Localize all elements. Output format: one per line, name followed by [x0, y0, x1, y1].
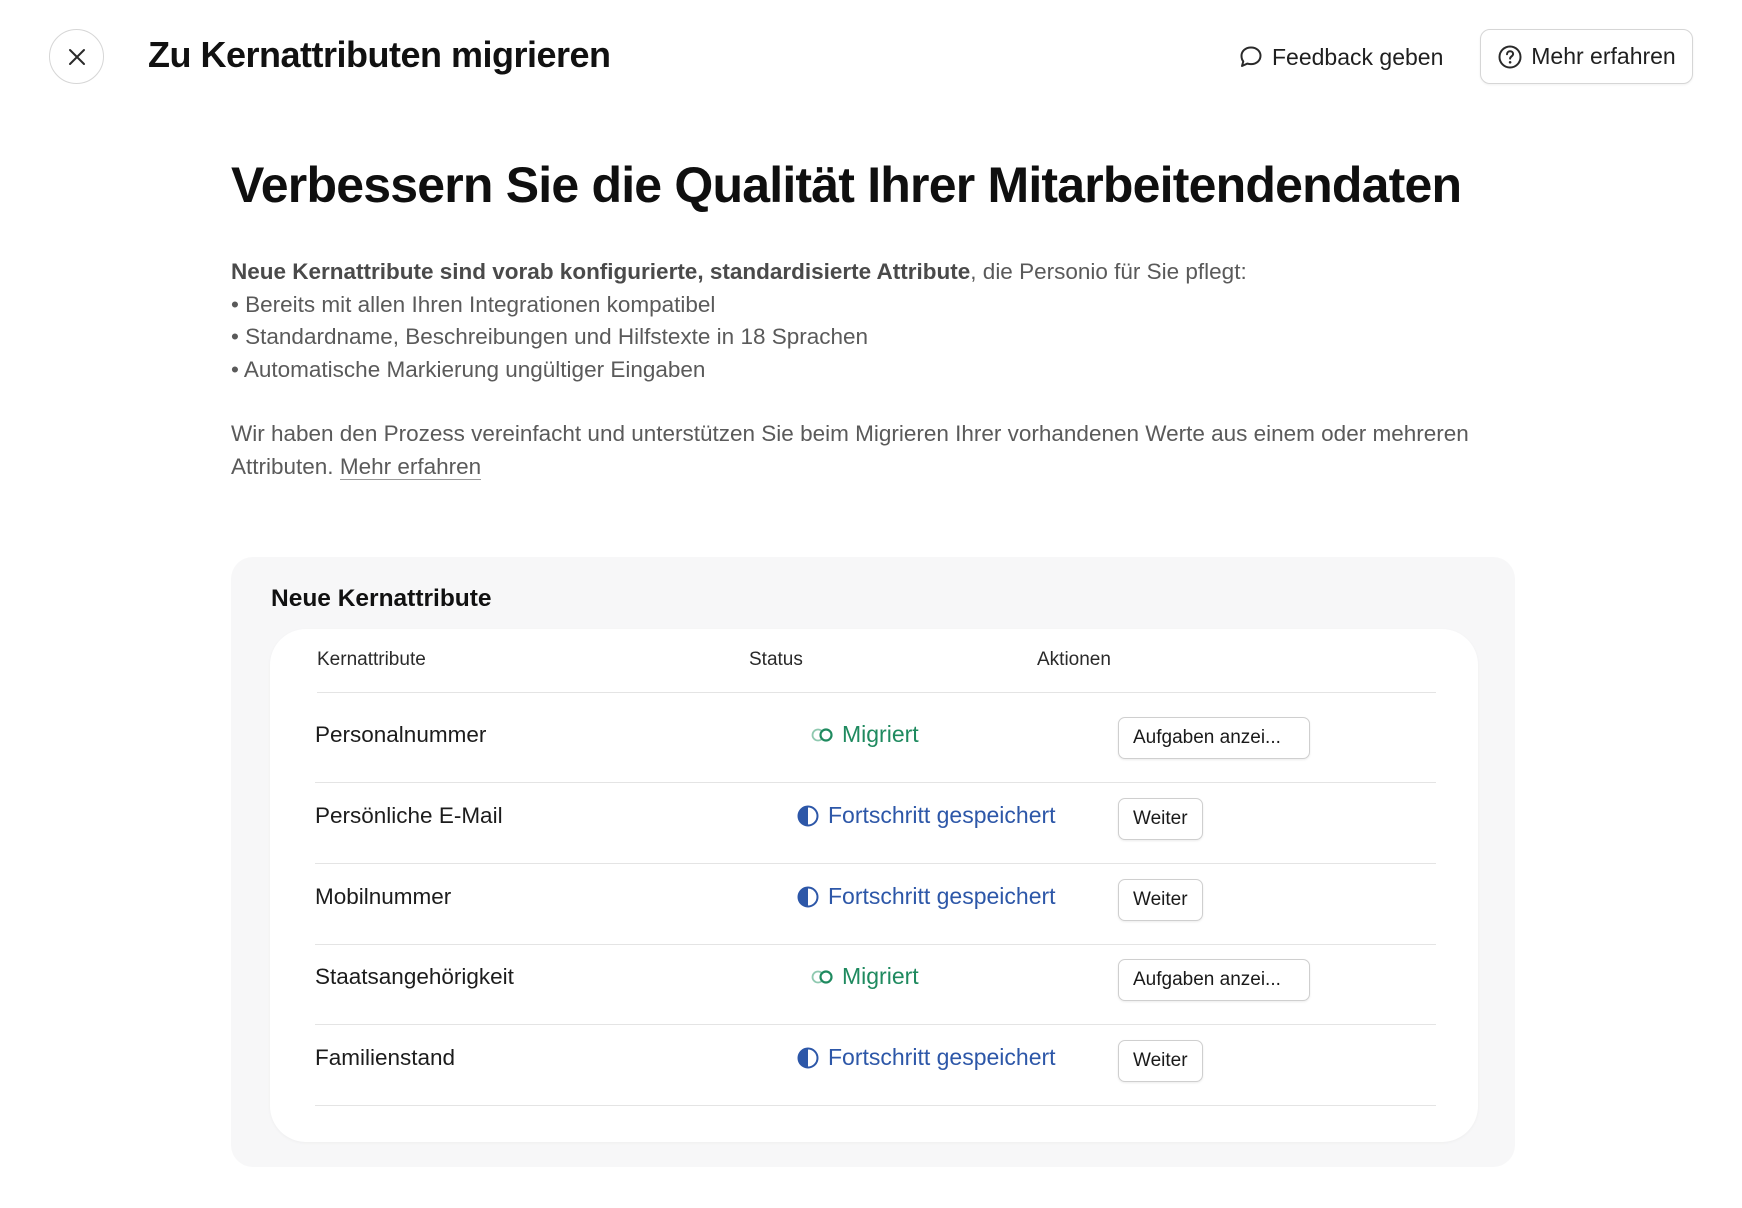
- continue-button[interactable]: Weiter: [1118, 798, 1203, 840]
- learn-more-link[interactable]: Mehr erfahren: [339, 453, 482, 480]
- feature-list: Bereits mit allen Ihren Integrationen ko…: [231, 289, 1521, 387]
- status-label: Migriert: [842, 963, 919, 989]
- status-label: Fortschritt gespeichert: [828, 883, 1056, 909]
- attribute-name: Persönliche E-Mail: [315, 803, 503, 828]
- view-tasks-button[interactable]: Aufgaben anzei...: [1118, 959, 1310, 1001]
- close-icon: [68, 48, 85, 65]
- status-badge: Fortschritt gespeichert: [796, 802, 1056, 829]
- feature-item: Bereits mit allen Ihren Integrationen ko…: [231, 289, 1521, 322]
- status-badge: Migriert: [810, 721, 919, 748]
- status-label: Migriert: [842, 721, 919, 747]
- intro-rest: , die Personio für Sie pflegt:: [970, 259, 1247, 284]
- status-badge: Fortschritt gespeichert: [796, 1044, 1056, 1071]
- half-circle-icon: [797, 805, 819, 826]
- core-attributes-card: Neue Kernattribute Kernattribute Status …: [231, 557, 1515, 1167]
- table-row: Familienstand Fortschritt gespeichert We…: [315, 1016, 1436, 1106]
- attribute-name: Staatsangehörigkeit: [315, 964, 514, 989]
- table-row: Personalnummer Migriert Aufgaben anzei..…: [315, 693, 1436, 783]
- attribute-name: Mobilnummer: [315, 884, 452, 909]
- column-header-attribute: Kernattribute: [317, 649, 426, 670]
- feature-item: Standardname, Beschreibungen und Hilfste…: [231, 321, 1521, 354]
- status-label: Fortschritt gespeichert: [828, 1044, 1056, 1070]
- status-badge: Fortschritt gespeichert: [796, 883, 1056, 910]
- hero-title: Verbessern Sie die Qualität Ihrer Mitarb…: [231, 157, 1462, 213]
- question-circle-icon: [1498, 45, 1522, 68]
- top-bar: Zu Kernattributen migrieren Feedback geb…: [0, 0, 1742, 115]
- view-tasks-button[interactable]: Aufgaben anzei...: [1118, 717, 1310, 759]
- column-header-actions: Aktionen: [1037, 649, 1111, 670]
- half-circle-icon: [797, 886, 819, 907]
- learn-more-label: Mehr erfahren: [1531, 43, 1676, 69]
- attribute-name: Personalnummer: [315, 722, 487, 747]
- page-title: Zu Kernattributen migrieren: [148, 34, 611, 75]
- half-circle-icon: [797, 1047, 819, 1068]
- table-row: Mobilnummer Fortschritt gespeichert Weit…: [315, 855, 1436, 945]
- feedback-button[interactable]: Feedback geben: [1238, 36, 1443, 78]
- learn-more-button[interactable]: Mehr erfahren: [1480, 29, 1693, 84]
- table-row: Persönliche E-Mail Fortschritt gespeiche…: [315, 774, 1436, 864]
- table-header: Kernattribute Status Aktionen: [317, 629, 1436, 693]
- feedback-label: Feedback geben: [1272, 43, 1444, 70]
- continue-button[interactable]: Weiter: [1118, 879, 1203, 921]
- toggle-on-icon: [811, 969, 833, 984]
- attributes-table: Kernattribute Status Aktionen Personalnu…: [270, 629, 1478, 1142]
- process-paragraph: Wir haben den Prozess vereinfacht und un…: [231, 418, 1521, 483]
- status-badge: Migriert: [810, 963, 919, 990]
- attribute-name: Familienstand: [315, 1045, 456, 1070]
- intro-text: Neue Kernattribute sind vorab konfigurie…: [231, 256, 1521, 386]
- status-label: Fortschritt gespeichert: [828, 802, 1056, 828]
- table-row: Staatsangehörigkeit Migriert Aufgaben an…: [315, 935, 1436, 1025]
- feature-item: Automatische Markierung ungültiger Einga…: [231, 354, 1521, 387]
- toggle-on-icon: [811, 727, 833, 742]
- intro-section: Verbessern Sie die Qualität Ihrer Mitarb…: [231, 150, 1521, 483]
- intro-line: Neue Kernattribute sind vorab konfigurie…: [231, 256, 1521, 289]
- close-button[interactable]: [49, 29, 104, 84]
- intro-bold: Neue Kernattribute sind vorab konfigurie…: [231, 259, 971, 284]
- column-header-status: Status: [749, 649, 803, 670]
- continue-button[interactable]: Weiter: [1118, 1040, 1203, 1082]
- speech-bubble-icon: [1240, 46, 1262, 67]
- card-title: Neue Kernattribute: [271, 585, 492, 612]
